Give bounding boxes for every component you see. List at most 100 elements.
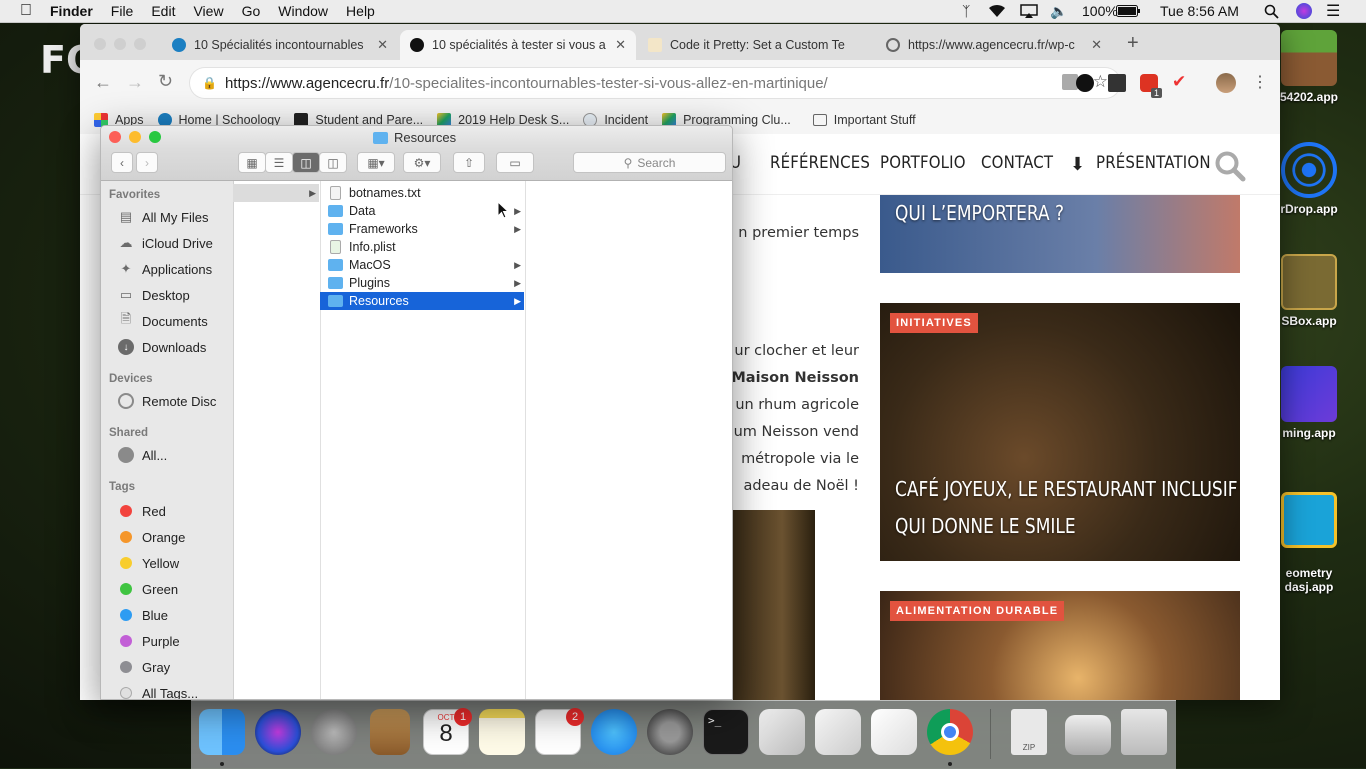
bookmark-important-stuff[interactable]: Important Stuff [812,113,916,127]
spotlight-icon[interactable] [1264,0,1279,22]
menu-view[interactable]: View [193,3,223,19]
file-row[interactable]: Info.plist [320,238,524,256]
textedit-dock-icon[interactable] [871,709,917,755]
window-zoom-button[interactable] [134,38,146,50]
nav-item-presentation[interactable]: PRÉSENTATION [1096,153,1211,173]
battery-icon[interactable] [1116,0,1140,22]
sidebar-tag-orange[interactable]: Orange [118,529,185,545]
search-field[interactable]: ⚲ Search [573,152,726,173]
sidebar-item-all-my-files[interactable]: ▤ All My Files [118,209,209,225]
window-close-button[interactable] [94,38,106,50]
script-editor-dock-icon[interactable] [759,709,805,755]
nav-item-references[interactable]: RÉFÉRENCES [770,153,870,173]
new-tab-button[interactable]: + [1127,32,1139,55]
article-card[interactable]: INITIATIVES CAFÉ JOYEUX, LE RESTAURANT I… [880,303,1240,561]
file-row[interactable]: botnames.txt [320,184,524,202]
menu-edit[interactable]: Edit [151,3,175,19]
address-bar[interactable]: 🔒 https://www.agencecru.fr /10-specialit… [190,68,1120,98]
launchpad-dock-icon[interactable] [311,709,357,755]
wifi-icon[interactable] [988,0,1006,22]
menu-finder[interactable]: Finder [50,3,93,19]
close-icon[interactable]: ✕ [1091,37,1102,53]
finder-dock-icon[interactable] [199,709,245,755]
folder-row[interactable]: MacOS ▶ [320,256,524,274]
folder-row[interactable]: Data ▶ [320,202,524,220]
forward-button[interactable]: → [126,72,144,93]
article-card[interactable]: QUI L’EMPORTERA ? [880,195,1240,273]
chrome-dock-icon[interactable] [927,709,973,755]
bookmark-star-icon[interactable]: ☆ [1093,72,1108,92]
volume-icon[interactable]: 🔈 [1050,0,1067,22]
sidebar-tag-yellow[interactable]: Yellow [118,555,179,571]
search-icon[interactable] [1214,150,1246,185]
sidebar-tag-blue[interactable]: Blue [118,607,168,623]
menu-window[interactable]: Window [278,3,328,19]
sidebar-tag-all-tags[interactable]: All Tags... [118,685,198,699]
sidebar-tag-green[interactable]: Green [118,581,178,597]
app-store-dock-icon[interactable] [591,709,637,755]
grapher-dock-icon[interactable] [815,709,861,755]
sidebar-item-applications[interactable]: ✦ Applications [118,261,213,277]
minimize-button[interactable] [129,131,141,143]
calendar-dock-icon[interactable]: OCT 8 1 [423,708,472,755]
close-button[interactable] [109,131,121,143]
chrome-menu-icon[interactable]: ⋮ [1252,72,1268,92]
terminal-dock-icon[interactable]: >_ [703,709,749,755]
adblock-icon[interactable]: 1 [1140,74,1162,98]
zoom-button[interactable] [149,131,161,143]
forward-button[interactable]: › [136,152,158,173]
extension-icon-1[interactable] [1076,74,1094,92]
folder-row[interactable]: Plugins ▶ [320,274,524,292]
menu-go[interactable]: Go [242,3,261,19]
clock[interactable]: Tue 8:56 AM [1160,0,1239,22]
menu-file[interactable]: File [111,3,134,19]
trash-dock-icon[interactable] [1121,709,1167,755]
folder-row[interactable]: Frameworks ▶ [320,220,524,238]
nav-item-portfolio[interactable]: PORTFOLIO [880,153,966,173]
tab-agencecru[interactable]: 10 spécialités à tester si vous a ✕ [400,30,636,60]
siri-dock-icon[interactable] [255,709,301,755]
bluetooth-icon[interactable]: ᛉ [962,0,970,22]
back-button[interactable]: ‹ [111,152,133,173]
arrange-button[interactable]: ▦▾ [357,152,395,173]
reload-button[interactable]: ↻ [158,71,173,92]
close-icon[interactable]: ✕ [615,37,626,53]
sidebar-item-documents[interactable]: 🗎 Documents [118,311,208,329]
airplay-icon[interactable] [1020,0,1038,22]
folder-row[interactable]: Resources ▶ [320,292,524,310]
tab-schoology[interactable]: 10 Spécialités incontournables ✕ [162,30,398,60]
zip-file-dock-icon[interactable]: ZIP [1011,709,1047,755]
sidebar-item-remote-disc[interactable]: Remote Disc [118,393,216,409]
sidebar-item-shared-all[interactable]: All... [118,447,167,463]
sidebar-tag-purple[interactable]: Purple [118,633,180,649]
back-button[interactable]: ← [94,72,112,93]
tab-code-it-pretty[interactable]: Code it Pretty: Set a Custom Te [638,30,874,60]
apple-menu-icon[interactable]:  [20,2,32,20]
window-minimize-button[interactable] [114,38,126,50]
notes-dock-icon[interactable] [479,709,525,755]
contacts-dock-icon[interactable] [370,709,410,755]
extension-icon-2[interactable] [1108,74,1126,92]
sidebar-tag-gray[interactable]: Gray [118,659,170,675]
sidebar-tag-red[interactable]: Red [118,503,166,519]
parent-selected-row[interactable]: ▶ [233,184,319,202]
nav-item-contact[interactable]: CONTACT [981,153,1053,173]
article-card[interactable]: ALIMENTATION DURABLE [880,591,1240,700]
icon-view-button[interactable]: ▦ [238,152,266,173]
sidebar-item-desktop[interactable]: ▭ Desktop [118,287,190,303]
column-view-button[interactable]: ◫ [292,152,320,173]
sidebar-item-icloud-drive[interactable]: ☁ iCloud Drive [118,235,213,251]
tab-agencecru-wp[interactable]: https://www.agencecru.fr/wp-c ✕ [876,30,1112,60]
menu-help[interactable]: Help [346,3,375,19]
sidebar-item-downloads[interactable]: ↓ Downloads [118,339,206,355]
list-view-button[interactable]: ☰ [265,152,293,173]
notification-center-icon[interactable]: ☰ [1326,0,1340,22]
share-button[interactable]: ⇧ [453,152,485,173]
reminders-dock-icon[interactable]: 2 [535,708,584,755]
siri-menubar-icon[interactable] [1296,0,1312,22]
action-gear-icon[interactable]: ⚙▾ [403,152,441,173]
close-icon[interactable]: ✕ [377,37,388,53]
tags-button[interactable]: ▭ [496,152,534,173]
profile-avatar[interactable] [1216,73,1236,93]
extension-check-icon[interactable]: ✔ [1172,72,1186,92]
